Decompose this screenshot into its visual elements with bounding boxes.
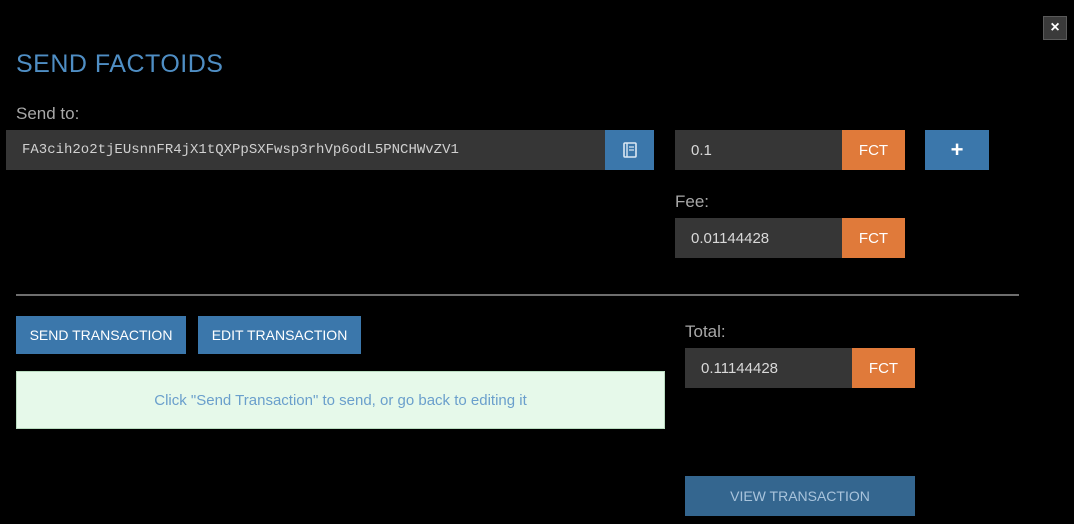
amount-value: 0.1 — [691, 141, 712, 159]
close-button[interactable]: × — [1043, 16, 1067, 40]
amount-input[interactable]: 0.1 — [675, 130, 842, 170]
address-book-icon — [622, 142, 637, 158]
close-icon: × — [1050, 19, 1060, 36]
recipient-address-value: FA3cih2o2tjEUsnnFR4jX1tQXPpSXFwsp3rhVp6o… — [22, 142, 459, 158]
add-recipient-button[interactable]: + — [925, 130, 989, 170]
view-transaction-button[interactable]: VIEW TRANSACTION — [685, 476, 915, 516]
total-label: Total: — [685, 322, 726, 341]
amount-unit-badge: FCT — [842, 130, 905, 170]
fee-field: 0.01144428 — [675, 218, 842, 258]
fee-unit-badge: FCT — [842, 218, 905, 258]
total-value: 0.11144428 — [701, 359, 779, 377]
plus-icon: + — [950, 137, 964, 162]
send-transaction-button[interactable]: SEND TRANSACTION — [16, 316, 186, 354]
send-to-label: Send to: — [16, 104, 80, 123]
edit-transaction-button[interactable]: EDIT TRANSACTION — [198, 316, 361, 354]
notice-text: Click "Send Transaction" to send, or go … — [154, 391, 527, 409]
confirmation-notice: Click "Send Transaction" to send, or go … — [16, 371, 665, 429]
fee-value: 0.01144428 — [691, 229, 770, 247]
recipient-address-input[interactable]: FA3cih2o2tjEUsnnFR4jX1tQXPpSXFwsp3rhVp6o… — [6, 130, 605, 170]
dialog-title: SEND FACTOIDS — [16, 50, 224, 78]
address-book-button[interactable] — [605, 130, 654, 170]
total-unit-badge: FCT — [852, 348, 915, 388]
section-divider — [16, 294, 1019, 296]
total-field: 0.11144428 — [685, 348, 852, 388]
fee-label: Fee: — [675, 192, 710, 211]
